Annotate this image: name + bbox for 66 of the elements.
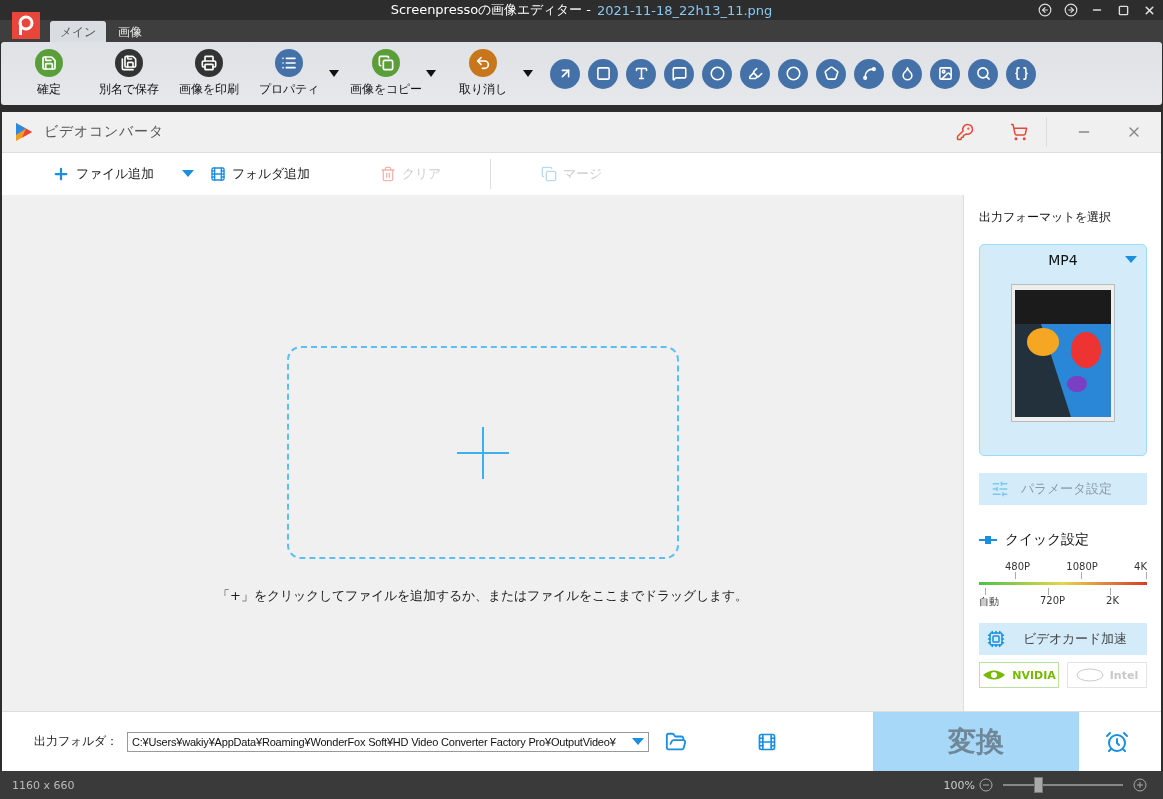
panel-heading: 出力フォーマットを選択	[979, 209, 1112, 226]
film-folder-icon	[210, 166, 226, 182]
app-logo	[12, 12, 40, 39]
zoom-out-button[interactable]	[979, 778, 993, 792]
app-title: ビデオコンバータ	[44, 123, 164, 141]
slider-thumb[interactable]	[1033, 777, 1043, 793]
close-icon[interactable]	[1142, 3, 1156, 17]
maximize-icon[interactable]	[1117, 4, 1129, 16]
cart-icon[interactable]	[1010, 123, 1028, 141]
overlap-squares-icon	[541, 166, 557, 182]
eye-logo-icon	[982, 669, 1007, 681]
back-icon[interactable]	[1038, 3, 1052, 17]
chip-icon	[987, 630, 1005, 648]
output-folder-label: 出力フォルダ：	[34, 733, 119, 750]
ribbon-button[interactable]: 確定	[9, 45, 89, 102]
droplet-icon[interactable]	[892, 58, 922, 89]
drop-hint: 「+」をクリックしてファイルを追加するか、またはファイルをここまでドラッグします。	[217, 587, 748, 605]
ribbon-button[interactable]: 取り消し	[443, 45, 523, 102]
toolbar-button[interactable]: ファイル追加	[52, 165, 182, 183]
scale-label: 自動	[979, 595, 999, 609]
slider-icon	[979, 536, 997, 544]
ribbon-button[interactable]: プロパティ	[249, 45, 329, 102]
scale-label: 4K	[1134, 561, 1147, 572]
app-logo	[14, 122, 34, 142]
caret-icon[interactable]	[523, 70, 533, 77]
letter-icon[interactable]	[626, 58, 656, 89]
ribbon-button[interactable]: 画像を印刷	[169, 45, 249, 102]
toolbar-button[interactable]: フォルダ追加	[210, 165, 380, 183]
trash-icon	[380, 166, 396, 182]
curve-icon[interactable]	[854, 58, 884, 89]
plus-icon	[456, 426, 509, 479]
caret-icon[interactable]	[426, 70, 436, 77]
speech-bubble-icon[interactable]	[664, 58, 694, 89]
gpu-acceleration-button[interactable]: ビデオカード加速	[979, 623, 1147, 655]
ribbon-button[interactable]: 別名で保存	[89, 45, 169, 102]
image-icon[interactable]	[930, 58, 960, 89]
oval-logo-icon	[1075, 668, 1104, 682]
zoom-in-button[interactable]	[1133, 778, 1147, 792]
folder-icon[interactable]	[665, 730, 687, 753]
scale-label: 2K	[1106, 595, 1119, 608]
output-path-field[interactable]: C:¥Users¥wakiy¥AppData¥Roaming¥WonderFox Soft¥HD Video Converter Factory Pro¥OutputVideo¥	[127, 731, 649, 752]
key-icon[interactable]	[956, 123, 974, 141]
format-selector[interactable]: MP4	[979, 244, 1147, 456]
ribbon-tab[interactable]: 画像	[108, 21, 152, 42]
plus-icon	[52, 165, 70, 183]
file-name: 2021-11-18_22h13_11.png	[597, 2, 773, 18]
scale-label: 1080P	[1066, 561, 1098, 572]
search-icon[interactable]	[968, 58, 998, 89]
zoom-percent: 100%	[943, 778, 975, 792]
scale-label: 720P	[1039, 595, 1066, 608]
image-size: 1160 x 660	[12, 778, 75, 792]
braces-icon[interactable]	[1006, 58, 1036, 89]
ribbon-tab[interactable]: メイン	[50, 21, 106, 42]
film-icon[interactable]	[757, 731, 777, 752]
circle-icon[interactable]	[702, 58, 732, 89]
scale-label: 480P	[1005, 561, 1031, 572]
forward-icon[interactable]	[1064, 3, 1078, 17]
format-label: MP4	[1048, 252, 1078, 268]
ribbon-button[interactable]: 画像をコピー	[346, 45, 426, 102]
alarm-clock-icon[interactable]	[1105, 729, 1129, 754]
quick-settings-label: クイック設定	[1005, 531, 1089, 549]
highlighter-icon[interactable]	[740, 58, 770, 89]
window-title: Screenpressoの画像エディター -	[390, 1, 592, 19]
sliders-icon	[991, 480, 1009, 498]
caret-icon[interactable]	[329, 70, 339, 77]
circle-icon[interactable]	[778, 58, 808, 89]
